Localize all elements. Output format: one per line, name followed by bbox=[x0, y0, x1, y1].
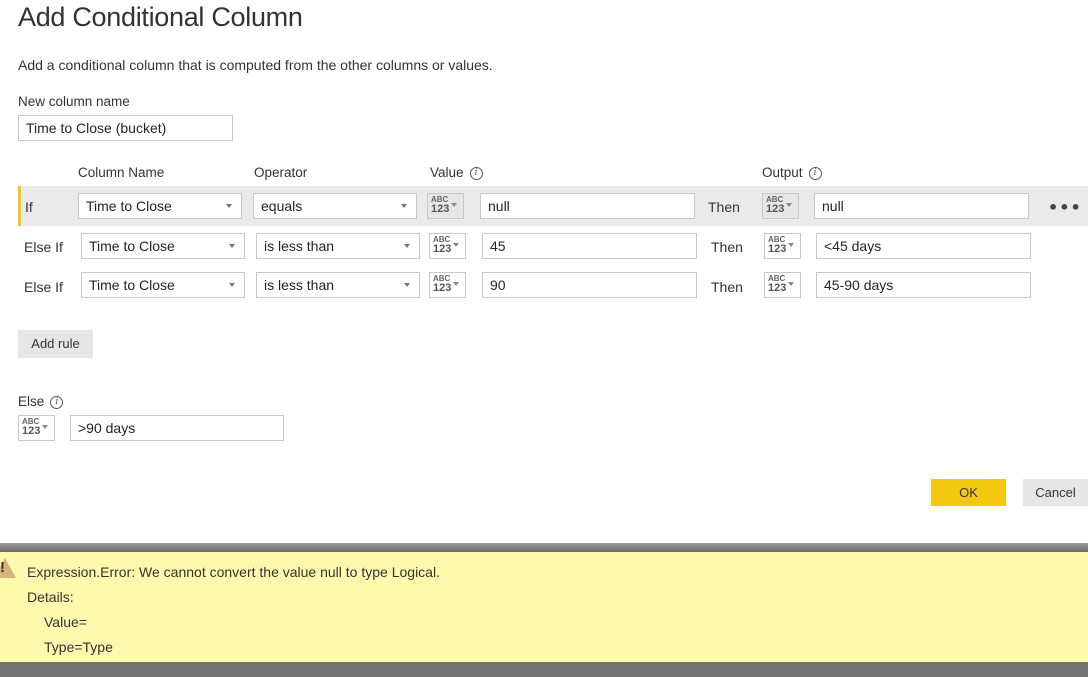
operator-value: is less than bbox=[264, 238, 335, 254]
new-column-name-label: New column name bbox=[18, 94, 130, 109]
chevron-down-icon bbox=[453, 243, 459, 247]
dialog-subtitle: Add a conditional column that is compute… bbox=[18, 57, 493, 73]
rule-label: If bbox=[25, 199, 33, 215]
header-value: Value i bbox=[430, 165, 483, 180]
operator-dropdown[interactable]: is less than bbox=[256, 272, 420, 298]
header-operator: Operator bbox=[254, 165, 308, 180]
error-panel-top-border bbox=[0, 543, 1088, 552]
then-label: Then bbox=[708, 199, 740, 215]
error-detail-type: Type=Type bbox=[44, 639, 113, 655]
more-options-icon[interactable]: ••• bbox=[1048, 198, 1082, 217]
type-icon-123: 123 bbox=[768, 282, 787, 294]
chevron-down-icon bbox=[788, 243, 794, 247]
else-type-button[interactable]: ABC 123 bbox=[18, 415, 55, 441]
output-input[interactable]: 45-90 days bbox=[816, 272, 1031, 298]
new-column-name-input[interactable]: Time to Close (bucket) bbox=[18, 115, 233, 141]
add-rule-button[interactable]: Add rule bbox=[18, 330, 93, 358]
else-value-input[interactable]: >90 days bbox=[70, 415, 284, 441]
value-input[interactable]: 90 bbox=[482, 272, 697, 298]
chevron-down-icon bbox=[229, 283, 235, 287]
ok-button[interactable]: OK bbox=[931, 479, 1006, 506]
output-input[interactable]: null bbox=[814, 193, 1029, 219]
info-icon[interactable]: i bbox=[808, 166, 822, 180]
header-value-label: Value bbox=[430, 165, 464, 180]
column-name-value: Time to Close bbox=[89, 277, 175, 293]
chevron-down-icon bbox=[786, 203, 792, 207]
output-type-button[interactable]: ABC 123 bbox=[764, 233, 801, 259]
error-message: Expression.Error: We cannot convert the … bbox=[27, 564, 440, 580]
value-type-button[interactable]: ABC 123 bbox=[427, 193, 464, 219]
chevron-down-icon bbox=[42, 425, 48, 429]
value-type-button[interactable]: ABC 123 bbox=[429, 272, 466, 298]
operator-dropdown[interactable]: is less than bbox=[256, 233, 420, 259]
else-label: Else bbox=[18, 394, 45, 409]
header-output-label: Output bbox=[762, 165, 803, 180]
column-name-value: Time to Close bbox=[86, 198, 172, 214]
chevron-down-icon bbox=[229, 244, 235, 248]
chevron-down-icon bbox=[404, 283, 410, 287]
rule-label: Else If bbox=[24, 239, 63, 255]
else-header: Else i bbox=[18, 394, 64, 409]
type-icon-123: 123 bbox=[433, 243, 452, 255]
value-type-button[interactable]: ABC 123 bbox=[429, 233, 466, 259]
error-detail-value: Value= bbox=[44, 614, 87, 630]
type-icon-123: 123 bbox=[22, 425, 41, 437]
chevron-down-icon bbox=[453, 282, 459, 286]
then-label: Then bbox=[711, 279, 743, 295]
info-icon[interactable]: i bbox=[50, 395, 64, 409]
output-type-button[interactable]: ABC 123 bbox=[764, 272, 801, 298]
selected-row-indicator bbox=[18, 186, 21, 226]
operator-value: equals bbox=[261, 198, 303, 214]
type-icon-123: 123 bbox=[433, 282, 452, 294]
column-name-dropdown[interactable]: Time to Close bbox=[78, 193, 242, 219]
error-panel-bottom-border bbox=[0, 662, 1088, 677]
cancel-button[interactable]: Cancel bbox=[1023, 479, 1088, 506]
operator-value: is less than bbox=[264, 277, 335, 293]
column-name-dropdown[interactable]: Time to Close bbox=[81, 272, 245, 298]
value-input[interactable]: null bbox=[480, 193, 695, 219]
type-icon-123: 123 bbox=[431, 203, 450, 215]
chevron-down-icon bbox=[788, 282, 794, 286]
chevron-down-icon bbox=[401, 204, 407, 208]
chevron-down-icon bbox=[451, 203, 457, 207]
column-name-value: Time to Close bbox=[89, 238, 175, 254]
type-icon-123: 123 bbox=[768, 243, 787, 255]
dialog-title: Add Conditional Column bbox=[18, 2, 303, 32]
header-column-name: Column Name bbox=[78, 165, 165, 180]
chevron-down-icon bbox=[226, 204, 232, 208]
info-icon[interactable]: i bbox=[469, 166, 483, 180]
output-input[interactable]: <45 days bbox=[816, 233, 1031, 259]
error-details-label: Details: bbox=[27, 589, 74, 605]
then-label: Then bbox=[711, 239, 743, 255]
rule-label: Else If bbox=[24, 279, 63, 295]
warning-mark: ! bbox=[0, 559, 5, 576]
column-name-dropdown[interactable]: Time to Close bbox=[81, 233, 245, 259]
output-type-button[interactable]: ABC 123 bbox=[762, 193, 799, 219]
operator-dropdown[interactable]: equals bbox=[253, 193, 417, 219]
chevron-down-icon bbox=[404, 244, 410, 248]
header-output: Output i bbox=[762, 165, 822, 180]
type-icon-123: 123 bbox=[766, 203, 785, 215]
value-input[interactable]: 45 bbox=[482, 233, 697, 259]
